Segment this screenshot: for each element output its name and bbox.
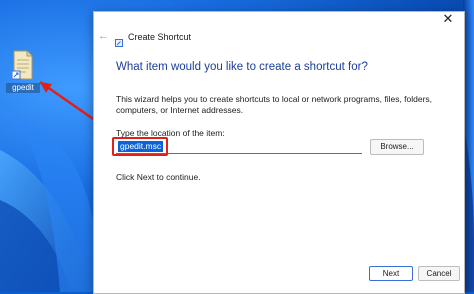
cancel-button[interactable]: Cancel <box>418 266 460 281</box>
create-shortcut-dialog: ← Create Shortcut ✕ What item would you … <box>93 11 465 294</box>
wizard-heading: What item would you like to create a sho… <box>116 61 368 73</box>
browse-button[interactable]: Browse... <box>370 139 424 155</box>
next-button[interactable]: Next <box>369 266 413 281</box>
desktop-icon-label: gpedit <box>6 83 40 93</box>
dialog-title: Create Shortcut <box>128 32 192 42</box>
annotation-arrowhead <box>40 82 52 93</box>
document-file-icon <box>12 50 34 80</box>
next-hint-text: Click Next to continue. <box>116 172 201 182</box>
desktop-icon-gpedit[interactable]: gpedit <box>6 50 40 93</box>
shortcut-wizard-icon <box>115 34 123 47</box>
back-arrow-icon[interactable]: ← <box>98 30 110 42</box>
dialog-titlebar: ← Create Shortcut ✕ <box>94 11 464 58</box>
annotation-highlight-box <box>112 137 168 156</box>
wizard-description: This wizard helps you to create shortcut… <box>116 94 433 115</box>
close-icon[interactable]: ✕ <box>440 11 456 27</box>
